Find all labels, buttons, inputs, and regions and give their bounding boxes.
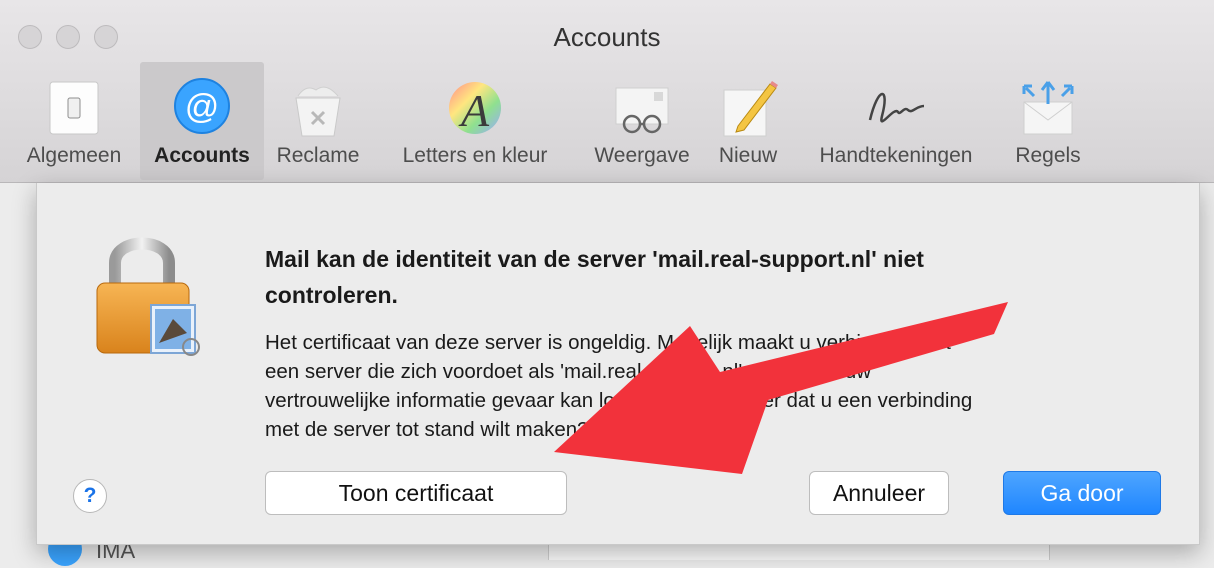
window-title: Accounts [553,22,661,52]
toolbar-item-algemeen[interactable]: Algemeen [10,62,138,180]
dialog-message: Het certificaat van deze server is ongel… [265,328,1165,444]
toolbar-item-accounts[interactable]: @ Accounts [140,62,264,180]
certificate-warning-sheet: Mail kan de identiteit van de server 'ma… [36,183,1200,545]
toolbar-label: Handtekeningen [819,144,973,167]
toolbar-label: Accounts [154,144,250,167]
toolbar-item-nieuw[interactable]: Nieuw [708,62,788,180]
toolbar-item-handtekeningen[interactable]: Handtekeningen [796,62,996,180]
toolbar-item-letters-en-kleur[interactable]: A Letters en kleur [380,62,570,180]
headline-line: controleren. [265,282,398,308]
message-line: Het certificaat van deze server is ongel… [265,331,951,354]
font-color-icon: A [449,82,501,136]
toolbar-label: Letters en kleur [402,144,548,167]
svg-text:@: @ [185,88,220,126]
toolbar-label: Weergave [594,144,690,167]
pencil-note-icon [723,81,778,137]
continue-button[interactable]: Ga door [1003,471,1161,515]
message-line: vertrouwelijke informatie gevaar kan lop… [265,389,973,412]
help-button[interactable]: ? [73,479,107,513]
toolbar-label: Reclame [276,144,360,167]
lock-icon [96,237,200,356]
toolbar-label: Algemeen [26,144,122,167]
general-switch-icon [49,81,99,135]
glasses-icon [615,87,669,134]
rules-envelope-icon [1022,81,1074,135]
mail-preferences-window: Accounts Algemeen @ Accounts Reclame A L… [0,0,1214,566]
toolbar-label: Regels [1015,144,1081,167]
titlebar-toolbar: Accounts Algemeen @ Accounts Reclame A L… [0,0,1214,183]
headline-line: Mail kan de identiteit van de server 'ma… [265,246,924,272]
signature-icon [868,92,925,123]
toolbar-item-reclame[interactable]: Reclame [266,62,370,180]
message-line: met de server tot stand wilt maken? [265,418,589,441]
junk-bin-icon [295,86,341,137]
toolbar-item-regels[interactable]: Regels [1000,62,1096,180]
svg-text:A: A [458,85,490,136]
toolbar-label: Nieuw [718,144,778,167]
at-sign-icon: @ [174,78,230,134]
dialog-headline: Mail kan de identiteit van de server 'ma… [265,241,1125,313]
show-certificate-button[interactable]: Toon certificaat [265,471,567,515]
mail-stamp-icon [150,304,200,356]
message-line: een server die zich voordoet als 'mail.r… [265,360,872,383]
cancel-button[interactable]: Annuleer [809,471,949,515]
toolbar-item-weergave[interactable]: Weergave [580,62,704,180]
